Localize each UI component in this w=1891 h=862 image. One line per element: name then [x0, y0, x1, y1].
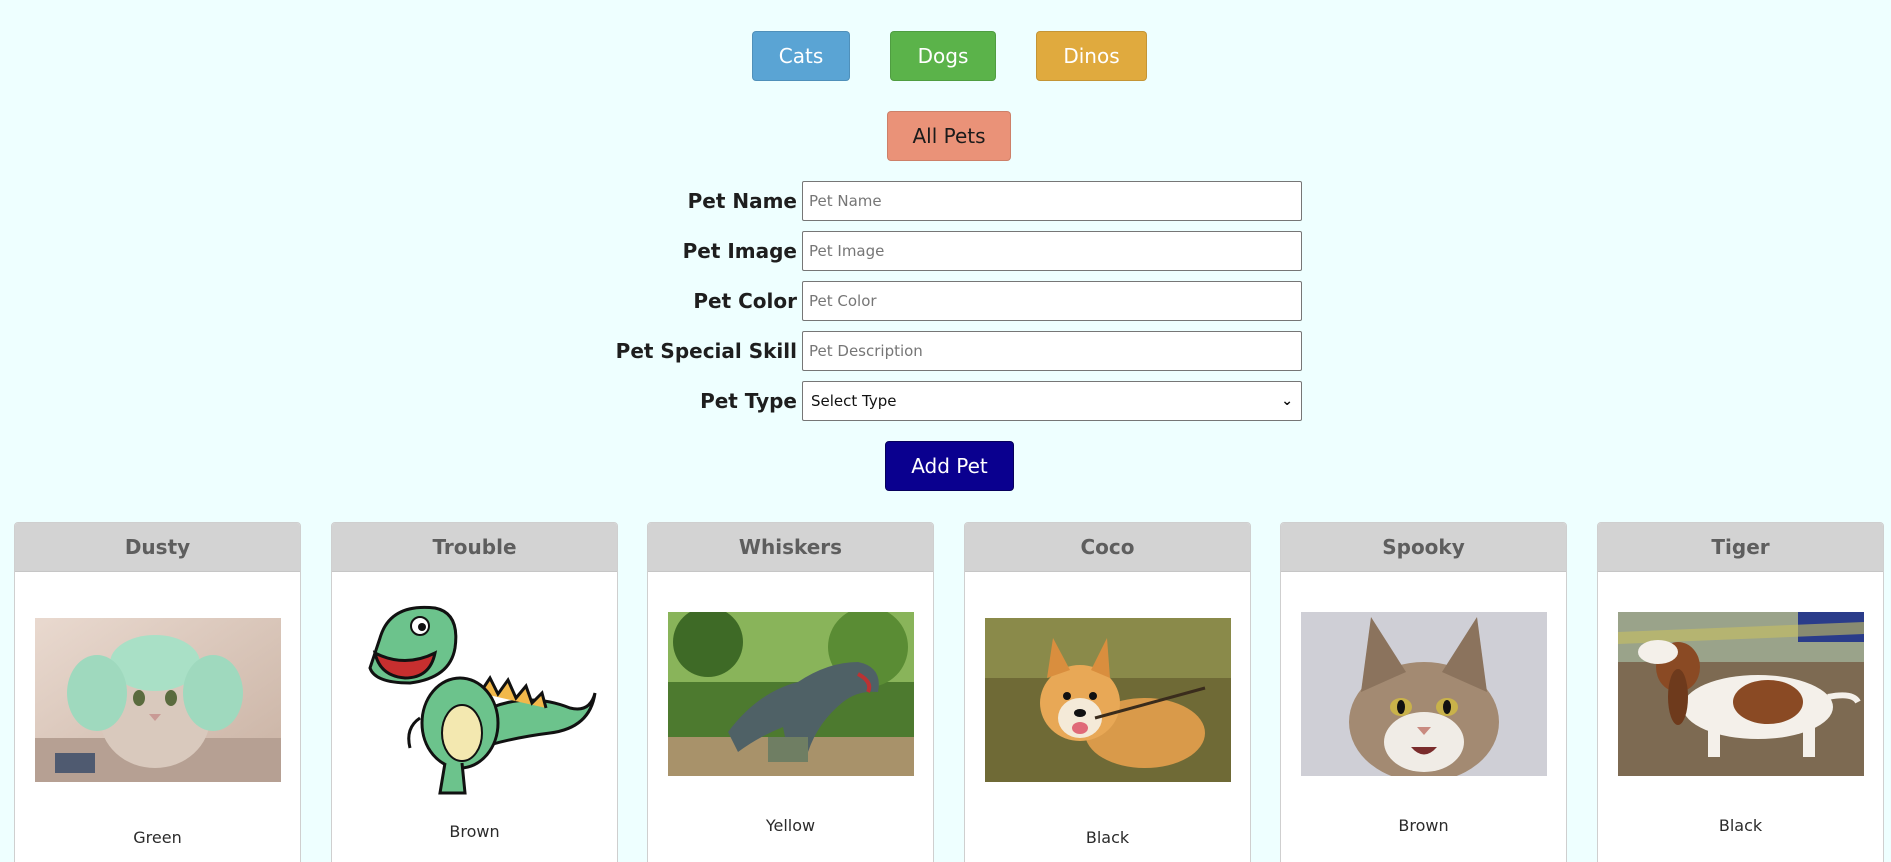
add-pet-button[interactable]: Add Pet: [885, 441, 1014, 491]
pet-description-input[interactable]: [802, 331, 1302, 371]
all-pets-button[interactable]: All Pets: [887, 111, 1011, 161]
pet-name-input[interactable]: [802, 181, 1302, 221]
pet-card: Coco Black: [964, 522, 1251, 862]
pet-card-color: Green: [133, 828, 182, 847]
dinosaur-statue-photo-icon: [668, 612, 914, 776]
pet-image-label: Pet Image: [682, 239, 797, 263]
pet-card-color: Brown: [449, 822, 500, 841]
cat-with-towel-photo-icon: [35, 618, 281, 782]
pet-card-color: Black: [1085, 828, 1130, 847]
pet-card: Tiger Black: [1597, 522, 1884, 862]
pet-type-select[interactable]: Select Type ⌄: [802, 381, 1302, 421]
dinos-filter-button[interactable]: Dinos: [1036, 31, 1147, 81]
pet-color-input[interactable]: [802, 281, 1302, 321]
pet-card-color: Yellow: [765, 816, 816, 835]
pet-card-name: Whiskers: [648, 523, 933, 572]
cartoon-dinosaur-icon: [350, 598, 600, 798]
pet-card: Trouble Brown: [331, 522, 618, 862]
pet-image-input[interactable]: [802, 231, 1302, 271]
pet-card: Dusty Green: [14, 522, 301, 862]
chevron-down-icon: ⌄: [1281, 393, 1293, 409]
pet-type-selected-value: Select Type: [811, 392, 897, 410]
pet-card: Whiskers Yellow: [647, 522, 934, 862]
pet-card: Spooky Brown: [1280, 522, 1567, 862]
pet-skill-label: Pet Special Skill: [615, 339, 797, 363]
pet-card-name: Tiger: [1598, 523, 1883, 572]
pet-type-label: Pet Type: [700, 389, 797, 413]
pet-card-color: Brown: [1398, 816, 1449, 835]
maine-coon-photo-icon: [1301, 612, 1547, 776]
pet-name-label: Pet Name: [687, 189, 797, 213]
pet-card-name: Trouble: [332, 523, 617, 572]
pet-card-name: Spooky: [1281, 523, 1566, 572]
cats-filter-button[interactable]: Cats: [752, 31, 850, 81]
pet-card-name: Coco: [965, 523, 1250, 572]
pet-color-label: Pet Color: [693, 289, 797, 313]
pet-card-color: Black: [1718, 816, 1763, 835]
pet-card-name: Dusty: [15, 523, 300, 572]
dogs-filter-button[interactable]: Dogs: [890, 31, 996, 81]
basset-hound-photo-icon: [1618, 612, 1864, 776]
corgi-photo-icon: [985, 618, 1231, 782]
